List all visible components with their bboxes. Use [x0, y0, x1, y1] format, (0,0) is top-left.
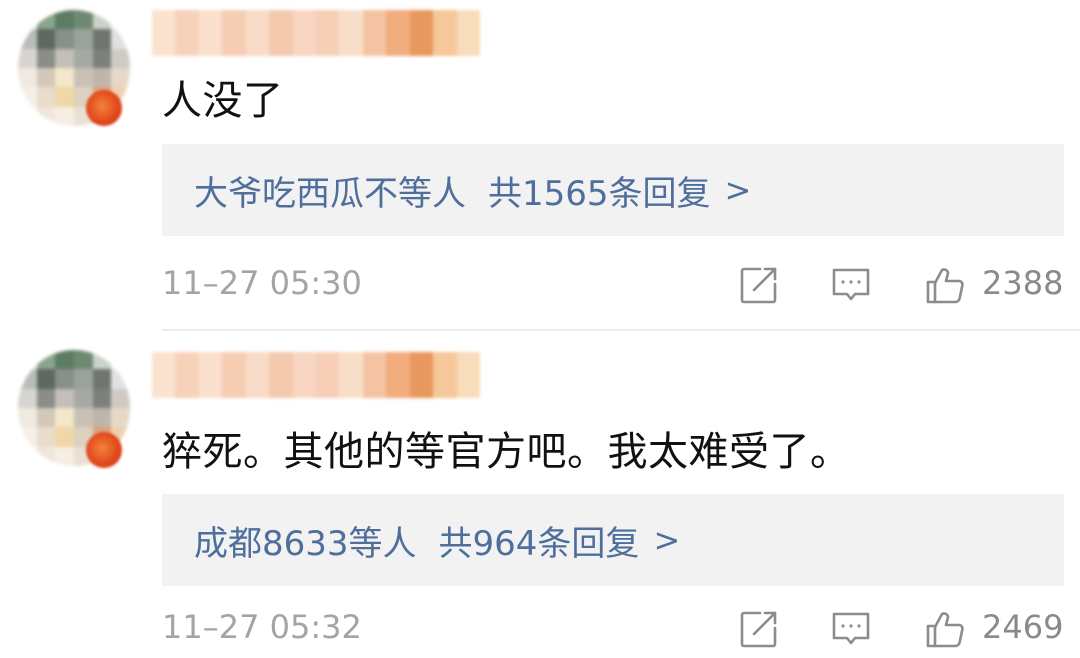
- comment-item: 人没了 大爷吃西瓜不等人 共1565条回复 > 11–27 05:30 2388: [0, 0, 1080, 331]
- share-icon[interactable]: [738, 608, 780, 650]
- comment-text: 猝死。其他的等官方吧。我太难受了。: [162, 429, 851, 475]
- vip-badge-icon: [86, 432, 122, 468]
- comment-actions: 11–27 05:32 2469: [162, 606, 1064, 652]
- replies-link[interactable]: 成都8633等人 共964条回复 >: [162, 494, 1064, 586]
- chevron-right-icon: >: [653, 521, 681, 559]
- divider: [162, 329, 1080, 331]
- timestamp: 11–27 05:30: [162, 264, 362, 302]
- thumbs-up-icon[interactable]: [924, 608, 966, 650]
- comment-icon[interactable]: [830, 608, 872, 650]
- like-count: 2388: [982, 264, 1064, 302]
- comment-actions: 11–27 05:30 2388: [162, 262, 1064, 308]
- replies-link[interactable]: 大爷吃西瓜不等人 共1565条回复 >: [162, 144, 1064, 236]
- username-blurred[interactable]: [152, 352, 480, 398]
- comment-text: 人没了: [162, 78, 284, 124]
- thumbs-up-icon[interactable]: [924, 264, 966, 306]
- vip-badge-icon: [86, 90, 122, 126]
- reply-count: 共964条回复: [438, 523, 640, 564]
- username-blurred[interactable]: [152, 10, 480, 56]
- reply-users: 成都8633等人: [194, 523, 417, 564]
- timestamp: 11–27 05:32: [162, 608, 362, 646]
- comment-item: 猝死。其他的等官方吧。我太难受了。 成都8633等人 共964条回复 > 11–…: [0, 332, 1080, 658]
- like-count: 2469: [982, 608, 1064, 646]
- reply-count: 共1565条回复: [488, 173, 711, 214]
- reply-users: 大爷吃西瓜不等人: [194, 173, 466, 214]
- comment-icon[interactable]: [830, 264, 872, 306]
- share-icon[interactable]: [738, 264, 780, 306]
- chevron-right-icon: >: [724, 171, 752, 209]
